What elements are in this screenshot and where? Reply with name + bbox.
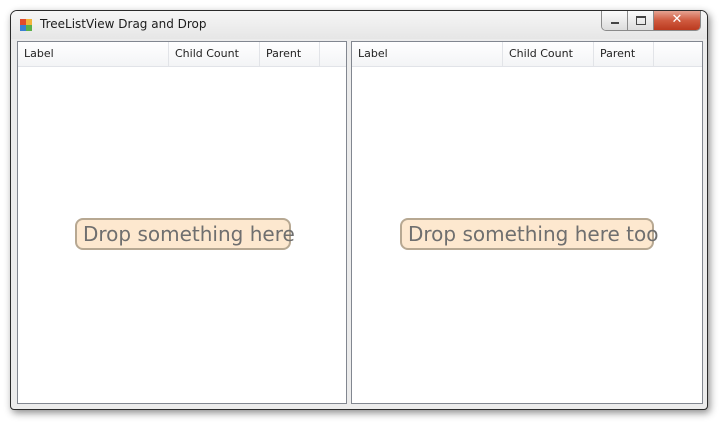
title-bar[interactable]: TreeListView Drag and Drop ✕ <box>11 11 707 39</box>
column-header: Label Child Count Parent <box>18 42 346 67</box>
close-icon: ✕ <box>671 12 683 27</box>
drop-hint-overlay: Drop something here too <box>400 218 658 250</box>
drop-hint-overlay: Drop something here <box>75 218 295 250</box>
left-tree-list-view[interactable]: Label Child Count Parent Drop something … <box>17 41 347 404</box>
column-header-label[interactable]: Label <box>352 42 503 66</box>
column-header-child-count[interactable]: Child Count <box>169 42 260 66</box>
column-header: Label Child Count Parent <box>352 42 702 67</box>
app-window: TreeListView Drag and Drop ✕ Label Child… <box>10 10 708 410</box>
close-button[interactable]: ✕ <box>654 11 700 30</box>
window-title: TreeListView Drag and Drop <box>40 17 207 31</box>
minimize-icon <box>611 22 619 24</box>
maximize-button[interactable] <box>628 11 654 30</box>
app-icon <box>20 19 32 31</box>
column-header-parent[interactable]: Parent <box>594 42 654 66</box>
minimize-button[interactable] <box>602 11 628 30</box>
caption-buttons: ✕ <box>601 11 701 31</box>
column-header-label[interactable]: Label <box>18 42 169 66</box>
column-header-parent[interactable]: Parent <box>260 42 320 66</box>
maximize-icon <box>636 16 646 25</box>
column-header-child-count[interactable]: Child Count <box>503 42 594 66</box>
right-tree-list-view[interactable]: Label Child Count Parent Drop something … <box>351 41 703 404</box>
